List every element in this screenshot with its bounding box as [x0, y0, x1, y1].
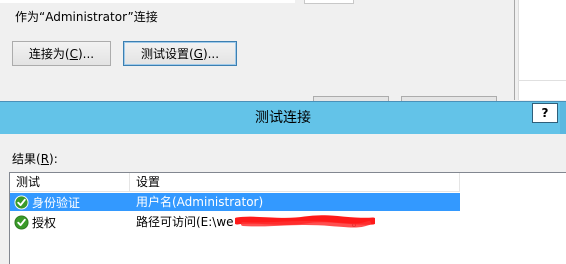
background-side-panel-divider: [518, 80, 566, 81]
results-list[interactable]: 测试 设置 身份验证 用户名(Administrator) 授权 路径可访问(E…: [9, 172, 566, 264]
connect-as-button-accel: C: [69, 46, 78, 61]
dialog-title: 测试连接: [255, 110, 311, 126]
row-setting-text: 路径可访问(E:\we: [136, 215, 234, 229]
test-settings-button-suffix: )...: [202, 46, 220, 61]
row-setting: 用户名(Administrator): [136, 195, 264, 209]
test-settings-button[interactable]: 测试设置(G)...: [123, 41, 237, 66]
cell-test: 身份验证: [14, 193, 80, 211]
row-test-name: 身份验证: [32, 195, 81, 210]
help-icon: ?: [541, 106, 549, 120]
redaction-mark: [235, 215, 375, 228]
test-settings-button-accel: G: [193, 46, 203, 61]
background-top-box: [304, 0, 354, 4]
success-check-icon: [14, 214, 29, 230]
cell-test: 授权: [14, 213, 56, 231]
results-label-accel: R: [40, 152, 50, 166]
connect-as-button-label: 连接为(: [28, 47, 70, 61]
row-test-name: 授权: [32, 215, 57, 230]
background-side-panel: [518, 0, 566, 100]
background-top-strip: [0, 0, 295, 3]
list-item-authentication[interactable]: 身份验证 用户名(Administrator): [10, 193, 460, 211]
dialog-titlebar[interactable]: 测试连接 ?: [0, 102, 566, 134]
titlebar-accent: [560, 102, 566, 134]
background-dialog: 作为“Administrator”连接 连接为(C)... 测试设置(G)...: [0, 0, 566, 100]
results-label-suffix: ):: [49, 152, 58, 166]
list-header: 测试 设置: [10, 173, 460, 192]
results-label-text: 结果(: [12, 152, 41, 166]
background-dialog-edge: [514, 0, 515, 100]
column-header-test[interactable]: 测试: [10, 173, 130, 191]
connect-as-button-suffix: )...: [77, 46, 95, 61]
connect-as-button[interactable]: 连接为(C)...: [12, 41, 111, 66]
test-connection-dialog: 测试连接 ? 结果(R): 测试 设置 身份验证 用户名(Administrat…: [0, 101, 566, 264]
list-item-authorization[interactable]: 授权 路径可访问(E:\we。: [10, 213, 460, 231]
column-header-settings[interactable]: 设置: [130, 173, 460, 191]
test-settings-button-label: 测试设置(: [140, 47, 194, 61]
connect-as-text: 作为“Administrator”连接: [15, 10, 158, 24]
success-check-icon: [14, 194, 29, 210]
results-label: 结果(R):: [12, 150, 58, 167]
help-button[interactable]: ?: [532, 103, 558, 123]
